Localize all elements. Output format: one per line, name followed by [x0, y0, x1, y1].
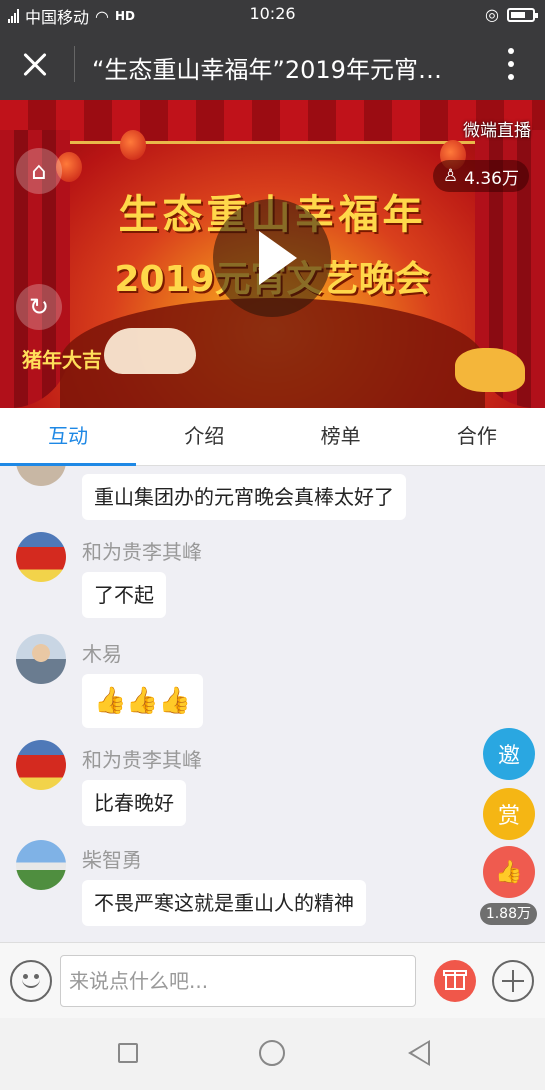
reward-button[interactable]: 赏 — [483, 788, 535, 840]
comment-input[interactable] — [60, 955, 416, 1007]
avatar[interactable] — [16, 532, 66, 582]
more-vertical-icon[interactable] — [507, 48, 515, 80]
list-item: 和为贵李其峰 了不起 — [0, 532, 545, 622]
message-bubble: 👍👍👍 — [82, 674, 204, 728]
pig-decoration — [455, 348, 525, 392]
tab-bar: 互动 介绍 榜单 合作 — [0, 408, 545, 466]
list-item: 木易 👍👍👍 — [0, 634, 545, 734]
list-item: 和为贵李其峰 比春晚好 — [0, 740, 545, 830]
video-player[interactable]: 生态重山幸福年 2019元宵文艺晚会 微端直播 ♙ 4.36万 ⌂ ↻ 猪年大吉 — [0, 100, 545, 408]
status-bar: 中国移动 ◠ HD 10:26 ◎ — [0, 0, 545, 28]
tab-ranking[interactable]: 榜单 — [273, 408, 409, 465]
lantern-icon — [120, 130, 146, 160]
sender-name: 和为贵李其峰 — [82, 748, 202, 772]
emoji-icon[interactable] — [10, 960, 52, 1002]
message-bubble: 重山集团办的元宵晚会真棒太好了 — [82, 474, 406, 520]
clock: 10:26 — [249, 4, 296, 23]
message-bubble: 不畏严寒这就是重山人的精神 — [82, 880, 366, 926]
chat-list[interactable]: 重山集团办的元宵晚会真棒太好了 和为贵李其峰 了不起 木易 👍👍👍 和为贵李其峰… — [0, 466, 545, 942]
invite-button[interactable]: 邀 — [483, 728, 535, 780]
list-item: 柴智勇 不畏严寒这就是重山人的精神 — [0, 840, 545, 930]
avatar[interactable] — [16, 634, 66, 684]
play-icon[interactable] — [213, 199, 331, 317]
home-icon[interactable]: ⌂ — [16, 148, 62, 194]
sender-name: 木易 — [82, 642, 122, 666]
system-nav-bar — [0, 1018, 545, 1090]
like-count: 1.88万 — [479, 903, 537, 925]
sender-name: 柴智勇 — [82, 848, 142, 872]
viewer-icon: ♙ — [442, 166, 459, 186]
thumbs-up-icon: 👍 — [495, 859, 523, 885]
refresh-icon[interactable]: ↻ — [16, 284, 62, 330]
viewer-count: 4.36万 — [464, 168, 519, 189]
gift-icon[interactable] — [434, 960, 476, 1002]
sender-name: 和为贵李其峰 — [82, 540, 202, 564]
platform-watermark: 微端直播 — [463, 121, 531, 141]
cloud-decoration — [104, 328, 196, 374]
new-year-badge: 猪年大吉 — [22, 348, 102, 372]
avatar[interactable] — [16, 740, 66, 790]
recent-apps-icon[interactable] — [118, 1043, 138, 1063]
like-button[interactable]: 👍 — [483, 846, 535, 898]
home-nav-icon[interactable] — [259, 1040, 285, 1066]
lock-rotation-icon: ◎ — [485, 5, 499, 24]
viewer-count-badge: ♙ 4.36万 — [432, 160, 529, 192]
back-icon[interactable] — [408, 1040, 430, 1066]
title-bar: “生态重山幸福年”2019年元宵文艺晚会 — [0, 28, 545, 100]
comment-bar — [0, 942, 545, 1018]
close-icon[interactable] — [18, 48, 54, 80]
tab-introduction[interactable]: 介绍 — [136, 408, 272, 465]
battery-icon — [507, 7, 538, 22]
plus-icon[interactable] — [492, 960, 534, 1002]
avatar[interactable] — [16, 466, 66, 486]
message-bubble: 了不起 — [82, 572, 166, 618]
tab-cooperation[interactable]: 合作 — [409, 408, 545, 465]
tab-interaction[interactable]: 互动 — [0, 408, 137, 466]
page-title: “生态重山幸福年”2019年元宵文艺晚会 — [92, 56, 464, 84]
list-item: 重山集团办的元宵晚会真棒太好了 — [0, 466, 545, 526]
title-divider — [74, 46, 75, 82]
avatar[interactable] — [16, 840, 66, 890]
message-bubble: 比春晚好 — [82, 780, 186, 826]
